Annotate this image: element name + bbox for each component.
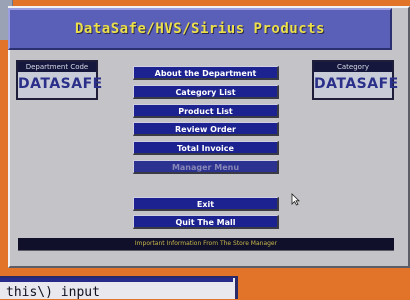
manager-info-ticker: Important Information From The Store Man… [18,238,394,251]
review-order-button[interactable]: Review Order [133,122,279,136]
arrow-cursor-icon [291,191,300,210]
total-invoice-button[interactable]: Total Invoice [133,141,279,155]
category-value: DATASAFE [314,76,399,92]
category-list-button[interactable]: Category List [133,85,279,99]
department-code-box: Department Code DATASAFE [16,60,103,100]
background-input-window: this\) input [0,276,238,300]
exit-button[interactable]: Exit [133,197,279,211]
app-title: DataSafe/HVS/Sirius Products [74,21,325,37]
background-window-titlebar [0,278,233,282]
category-box: Category DATASAFE [312,60,399,100]
title-bar: DataSafe/HVS/Sirius Products [8,8,392,50]
department-code-caption: Department Code [18,62,96,72]
category-caption: Category [314,62,392,72]
department-code-value: DATASAFE [18,76,103,92]
manager-menu-button[interactable]: Manager Menu [133,160,279,174]
about-department-button[interactable]: About the Department [133,66,279,80]
background-window-text: this\) input [6,285,100,300]
product-list-button[interactable]: Product List [133,104,279,118]
quit-mall-button[interactable]: Quit The Mall [133,215,279,229]
